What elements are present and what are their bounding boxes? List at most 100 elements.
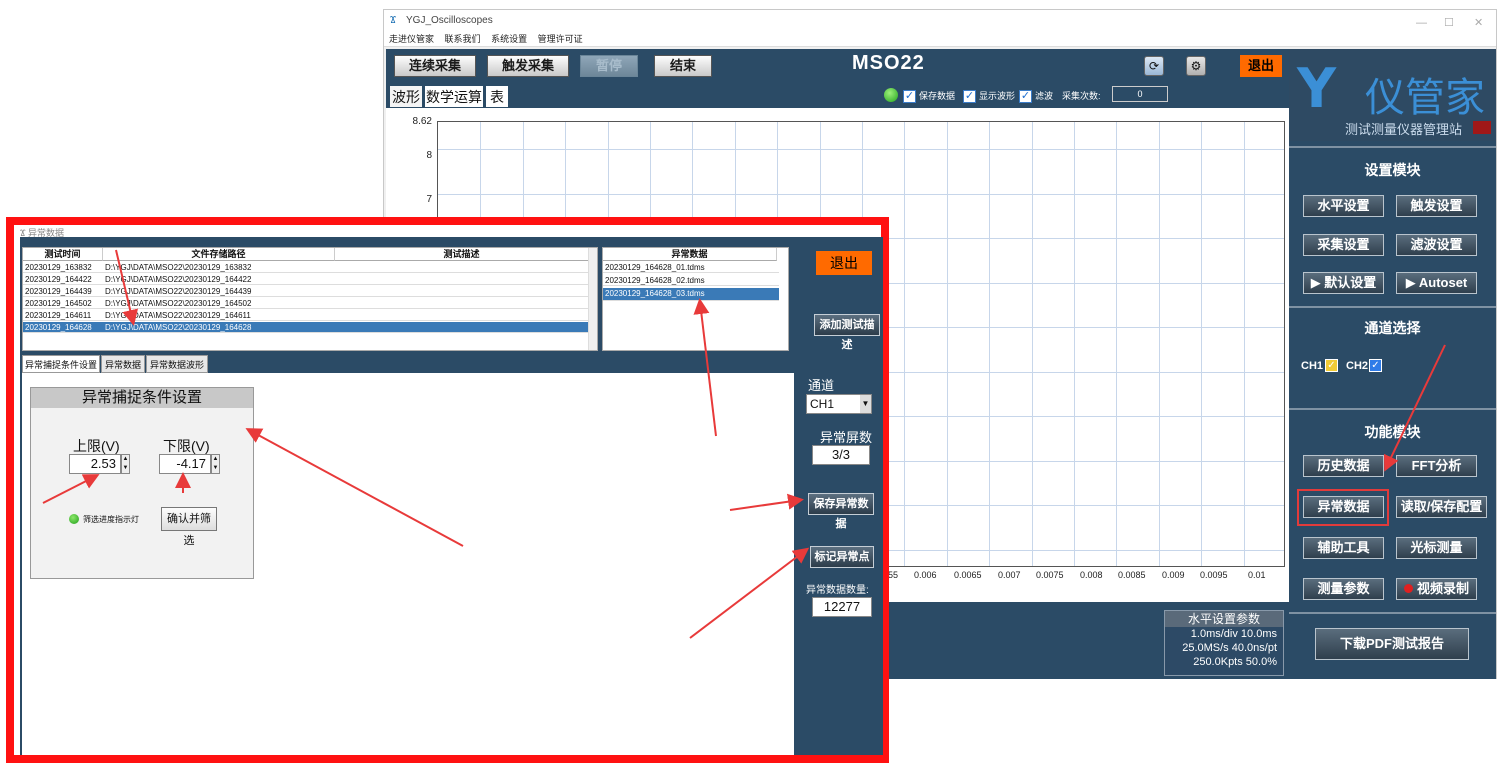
column-header-anomaly[interactable]: 异常数据: [603, 248, 777, 261]
anomaly-data-dialog: Ϫ 异常数据 测试时间 文件存储路径 测试描述 20230129_163832 D…: [6, 217, 889, 763]
upper-limit-label: 上限(V): [73, 438, 120, 454]
list-item-selected[interactable]: 20230129_164628_03.tdms: [603, 288, 779, 301]
chevron-down-icon[interactable]: ▼: [860, 395, 871, 413]
test-records-table[interactable]: 测试时间 文件存储路径 测试描述 20230129_163832 D:\YGJ\D…: [22, 247, 598, 351]
x-tick-label: 55: [888, 570, 899, 580]
save-data-checkbox[interactable]: ✓: [903, 90, 916, 103]
ch2-label: CH2: [1346, 360, 1369, 372]
table-row[interactable]: 20230129_163832 D:\YGJ\DATA\MSO22\2023012…: [23, 262, 591, 273]
logo-title: 仪管家: [1365, 76, 1485, 120]
autoset-button[interactable]: ▶ Autoset: [1396, 272, 1477, 294]
anomaly-screens-value: 3/3: [812, 445, 870, 465]
wave-tabs-bar: 波形 数学运算 表 ✓ 保存数据 ✓ 显示波形 ✓ 滤波 采集次数: 0: [386, 82, 1290, 108]
dialog-tabs: 异常捕捉条件设置 异常数据 异常数据波形: [22, 355, 802, 373]
ch1-checkbox[interactable]: ✓: [1325, 359, 1338, 372]
filter-checkbox[interactable]: ✓: [1019, 90, 1032, 103]
lower-limit-input[interactable]: -4.17: [159, 454, 211, 474]
video-record-button[interactable]: 视频录制: [1396, 578, 1477, 600]
menu-contact[interactable]: 联系我们: [445, 34, 481, 44]
measure-params-button[interactable]: 测量参数: [1303, 578, 1384, 600]
save-data-label: 保存数据: [919, 91, 956, 101]
y-tick-label: 8.62: [412, 116, 432, 127]
x-tick-label: 0.01: [1248, 570, 1266, 580]
tab-anomaly-waveform[interactable]: 异常数据波形: [146, 355, 208, 373]
toolbar: 连续采集 触发采集 暂停 结束 MSO22 ⟳ ⚙ 退出: [386, 49, 1290, 82]
add-description-button[interactable]: 添加测试描述: [814, 314, 880, 351]
fft-analysis-button[interactable]: FFT分析: [1396, 455, 1477, 477]
horizontal-settings-button[interactable]: 水平设置: [1303, 195, 1384, 217]
pause-button[interactable]: 暂停: [580, 55, 638, 77]
trigger-acquire-button[interactable]: 触发采集: [487, 55, 569, 77]
logo-subtitle: 测试测量仪器管理站: [1345, 122, 1463, 137]
history-data-button[interactable]: 历史数据: [1303, 455, 1384, 477]
tab-waveform[interactable]: 波形: [389, 85, 423, 108]
tab-table[interactable]: 表: [485, 85, 509, 108]
dialog-exit-button[interactable]: 退出: [816, 251, 872, 275]
exit-button[interactable]: 退出: [1240, 55, 1282, 77]
column-header-desc[interactable]: 测试描述: [335, 248, 589, 261]
menu-settings[interactable]: 系统设置: [491, 34, 527, 44]
menu-about[interactable]: 走进仪管家: [389, 34, 434, 44]
acquire-settings-button[interactable]: 采集设置: [1303, 234, 1384, 256]
table-row-selected[interactable]: 20230129_164628 D:\YGJ\DATA\MSO22\2023012…: [23, 322, 591, 333]
acquire-count-field[interactable]: 0: [1112, 86, 1168, 102]
gear-icon[interactable]: ⚙: [1186, 56, 1206, 76]
table-row[interactable]: 20230129_164611 D:\YGJ\DATA\MSO22\2023012…: [23, 310, 591, 321]
table-row[interactable]: 20230129_164502 D:\YGJ\DATA\MSO22\2023012…: [23, 298, 591, 309]
menu-license[interactable]: 管理许可证: [538, 34, 583, 44]
horizontal-params-title: 水平设置参数: [1165, 611, 1283, 627]
list-item[interactable]: 20230129_164628_02.tdms: [603, 275, 779, 286]
x-tick-label: 0.0085: [1118, 570, 1146, 580]
capture-conditions-box: 异常捕捉条件设置 上限(V) 2.53 ▲ ▼ 下限(V) -4.17 ▲ ▼ 筛选…: [30, 387, 254, 579]
functions-section: 功能模块 历史数据 FFT分析 异常数据 读取/保存配置 辅助工具 光标测量 测…: [1289, 408, 1496, 610]
logo-mark-icon: Y: [1297, 57, 1337, 120]
default-settings-button[interactable]: ▶ 默认设置: [1303, 272, 1384, 294]
tab-capture-conditions[interactable]: 异常捕捉条件设置: [22, 355, 100, 373]
status-led: [884, 88, 898, 102]
filter-label: 滤波: [1035, 91, 1054, 101]
anomaly-files-list[interactable]: 异常数据 20230129_164628_01.tdms 20230129_16…: [602, 247, 789, 351]
cursor-measure-button[interactable]: 光标测量: [1396, 537, 1477, 559]
channel-label: 通道: [808, 378, 835, 393]
channel-title: 通道选择: [1364, 320, 1421, 336]
show-wave-label: 显示波形: [979, 91, 1016, 101]
upper-limit-spinner[interactable]: ▲ ▼: [121, 454, 130, 474]
x-tick-label: 0.008: [1080, 570, 1103, 580]
dialog-body: 测试时间 文件存储路径 测试描述 20230129_163832 D:\YGJ\D…: [20, 237, 883, 755]
title-bar: Ϫ YGJ_Oscilloscopes — ☐ ✕: [384, 10, 1496, 31]
anomaly-screens-label: 异常屏数: [820, 430, 873, 445]
device-name: MSO22: [852, 52, 925, 74]
settings-section: 设置模块 水平设置 触发设置 采集设置 滤波设置 ▶ 默认设置 ▶ Autose…: [1289, 146, 1496, 304]
mark-anomaly-points-button[interactable]: 标记异常点: [810, 546, 874, 568]
channel-select[interactable]: CH1 ▼: [806, 394, 872, 414]
download-pdf-report-button[interactable]: 下载PDF测试报告: [1315, 628, 1469, 660]
list-item[interactable]: 20230129_164628_01.tdms: [603, 262, 779, 273]
tab-math[interactable]: 数学运算: [424, 85, 484, 108]
refresh-icon[interactable]: ⟳: [1144, 56, 1164, 76]
control-panel: Y 仪管家 测试测量仪器管理站 设置模块 水平设置 触发设置 采集设置 滤波设置…: [1289, 49, 1496, 679]
confirm-filter-button[interactable]: 确认并筛选: [161, 507, 217, 547]
y-tick-label: 7: [426, 194, 432, 205]
filter-settings-button[interactable]: 滤波设置: [1396, 234, 1477, 256]
end-button[interactable]: 结束: [654, 55, 712, 77]
acquire-count-label: 采集次数:: [1062, 91, 1101, 101]
table-row[interactable]: 20230129_164422 D:\YGJ\DATA\MSO22\2023012…: [23, 274, 591, 285]
tab-anomaly-data[interactable]: 异常数据: [101, 355, 145, 373]
aux-tools-button[interactable]: 辅助工具: [1303, 537, 1384, 559]
ch2-checkbox[interactable]: ✓: [1369, 359, 1382, 372]
table-row[interactable]: 20230129_164439 D:\YGJ\DATA\MSO22\2023012…: [23, 286, 591, 297]
x-tick-label: 0.009: [1162, 570, 1185, 580]
read-save-config-button[interactable]: 读取/保存配置: [1396, 496, 1487, 518]
show-wave-checkbox[interactable]: ✓: [963, 90, 976, 103]
upper-limit-input[interactable]: 2.53: [69, 454, 121, 474]
continuous-acquire-button[interactable]: 连续采集: [394, 55, 476, 77]
trigger-settings-button[interactable]: 触发设置: [1396, 195, 1477, 217]
column-header-time[interactable]: 测试时间: [23, 248, 103, 261]
save-anomaly-data-button[interactable]: 保存异常数据: [808, 493, 874, 530]
table-scrollbar[interactable]: [588, 248, 597, 350]
lower-limit-spinner[interactable]: ▲ ▼: [211, 454, 220, 474]
column-header-path[interactable]: 文件存储路径: [103, 248, 335, 261]
lower-limit-label: 下限(V): [163, 438, 210, 454]
horizontal-params-row: 250.0Kpts 50.0%: [1193, 656, 1277, 668]
horizontal-params-panel: 水平设置参数 1.0ms/div 10.0ms 25.0MS/s 40.0ns/…: [1164, 610, 1284, 676]
